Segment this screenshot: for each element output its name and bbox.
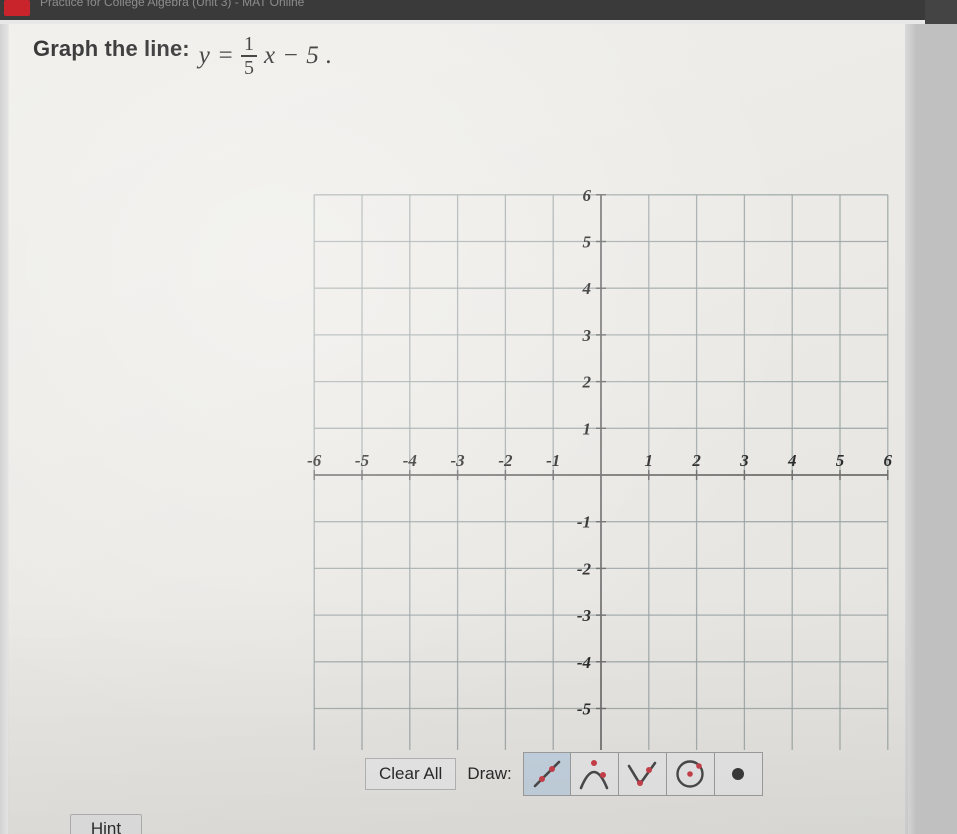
x-axis-tick-label: 3	[739, 451, 749, 470]
equation-minus: −	[282, 42, 300, 70]
x-axis-tick-label: 2	[691, 451, 701, 470]
equation-constant: 5	[306, 42, 319, 70]
line-tool[interactable]	[522, 752, 571, 796]
x-axis-tick-label: -6	[307, 451, 322, 470]
parabola-arc-icon	[579, 760, 609, 790]
fraction-numerator: 1	[243, 33, 255, 55]
coordinate-graph[interactable]: -6 -5 -4 -3 -2 -1 1 2 3 4 5 6 6 5 4 3 2 1 -1 -2 -3 -4 -5 -6	[270, 150, 930, 750]
app-favicon	[4, 0, 30, 16]
graph-canvas[interactable]: -6 -5 -4 -3 -2 -1 1 2 3 4 5 6 6 5 4 3 2 1 -1 -2 -3 -4 -5 -6	[270, 150, 930, 750]
x-axis-tick-label: -3	[451, 451, 466, 470]
card-left-edge	[0, 24, 9, 834]
parabola-tool[interactable]	[570, 752, 619, 796]
y-axis-tick-label: 5	[583, 233, 592, 252]
equation-lhs: y	[198, 42, 210, 70]
y-axis-tick-label: 3	[582, 326, 592, 345]
y-axis-tick-label: -6	[577, 746, 592, 750]
x-axis-tick-label: -4	[403, 451, 417, 470]
screen: Practice for College Algebra (Unit 3) - …	[0, 0, 957, 834]
x-axis-tick-label: 6	[884, 451, 893, 470]
y-axis-tick-label: 6	[583, 186, 592, 205]
hint-button[interactable]: Hint	[70, 814, 142, 834]
x-axis-tick-label: -1	[546, 451, 560, 470]
x-axis-tick-label: 1	[645, 451, 654, 470]
point-tool[interactable]	[714, 752, 763, 796]
fraction-denominator: 5	[243, 57, 255, 80]
equation-period: .	[325, 42, 333, 70]
x-axis-tick-label: -2	[498, 451, 513, 470]
equation-variable: x	[264, 42, 276, 70]
y-axis-tick-label: -3	[577, 606, 592, 625]
equation-equals: =	[216, 42, 234, 70]
circle-with-center-icon	[676, 760, 704, 788]
y-axis-tick-label: -5	[577, 700, 592, 719]
line-with-two-points-icon	[533, 760, 561, 788]
draw-toolbar: Clear All Draw:	[365, 752, 763, 796]
equation: y = 1 5 x − 5 .	[199, 34, 332, 79]
browser-tab-title: Practice for College Algebra (Unit 3) - …	[40, 0, 305, 9]
x-axis-tick-label: -5	[355, 451, 370, 470]
browser-chrome-right	[925, 0, 957, 24]
absolute-value-tool[interactable]	[618, 752, 667, 796]
x-axis-tick-label: 5	[836, 451, 845, 470]
y-axis-tick-label: -4	[577, 653, 591, 672]
clear-all-button[interactable]: Clear All	[365, 758, 457, 790]
prompt-lead: Graph the line:	[33, 36, 190, 61]
y-axis-tick-label: 2	[582, 373, 592, 392]
fraction-one-fifth: 1 5	[240, 33, 258, 80]
filled-dot-icon	[732, 768, 745, 780]
y-axis-tick-label: 1	[583, 419, 592, 438]
tool-strip	[522, 752, 763, 796]
browser-chrome-bar: Practice for College Algebra (Unit 3) - …	[0, 0, 957, 20]
y-axis-tick-label: -1	[577, 513, 591, 532]
circle-tool[interactable]	[666, 752, 715, 796]
x-axis-tick-label: 4	[787, 451, 797, 470]
v-shape-icon	[627, 761, 657, 786]
y-axis-tick-label: 4	[582, 279, 592, 298]
y-axis-tick-label: -2	[577, 559, 592, 578]
page-title: Graph the line: y = 1 5 x − 5 .	[33, 34, 332, 81]
draw-label: Draw:	[467, 764, 512, 783]
